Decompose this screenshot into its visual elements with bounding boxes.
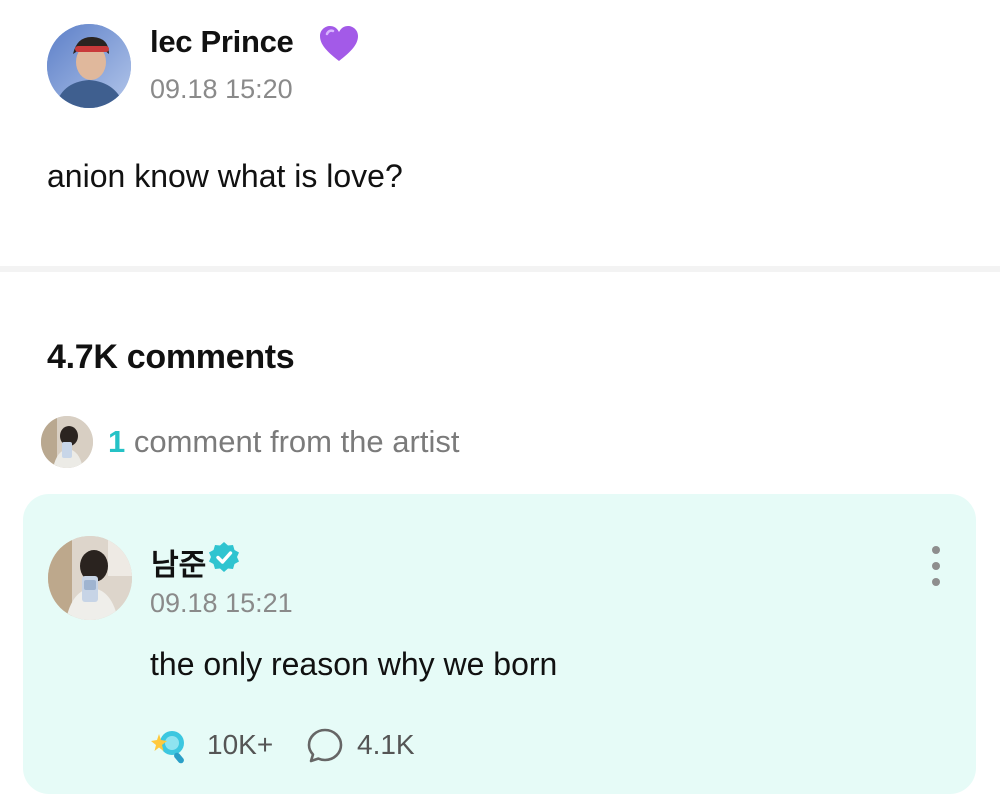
avatar-photo [48, 536, 132, 620]
reply-bubble-icon[interactable] [306, 727, 344, 765]
comment-text: the only reason why we born [150, 646, 558, 682]
artist-comment-label: comment from the artist [125, 424, 460, 459]
comments-count: 4.7K comments [47, 338, 295, 376]
author-name[interactable]: lec Prince [150, 24, 294, 60]
more-vertical-icon[interactable] [922, 544, 950, 588]
post-text: anion know what is love? [47, 158, 403, 194]
cheer-icon[interactable] [150, 726, 192, 766]
artist-comment-count: 1 [108, 424, 126, 459]
avatar-photo [47, 24, 131, 108]
commenter-name[interactable]: 남준 [151, 540, 206, 584]
verified-badge-icon [209, 542, 239, 572]
post-timestamp: 09.18 15:20 [150, 74, 293, 104]
comment-timestamp: 09.18 15:21 [150, 588, 293, 618]
author-avatar[interactable] [47, 24, 131, 108]
commenter-avatar[interactable] [48, 536, 132, 620]
purple-heart-icon [320, 26, 358, 61]
reply-count: 4.1K [357, 729, 415, 760]
artist-avatar-small[interactable] [41, 416, 93, 468]
cheer-count: 10K+ [207, 729, 274, 760]
artist-comment-summary[interactable]: 1 comment from the artist [108, 424, 459, 460]
avatar-photo [41, 416, 93, 468]
section-divider [0, 266, 1000, 272]
